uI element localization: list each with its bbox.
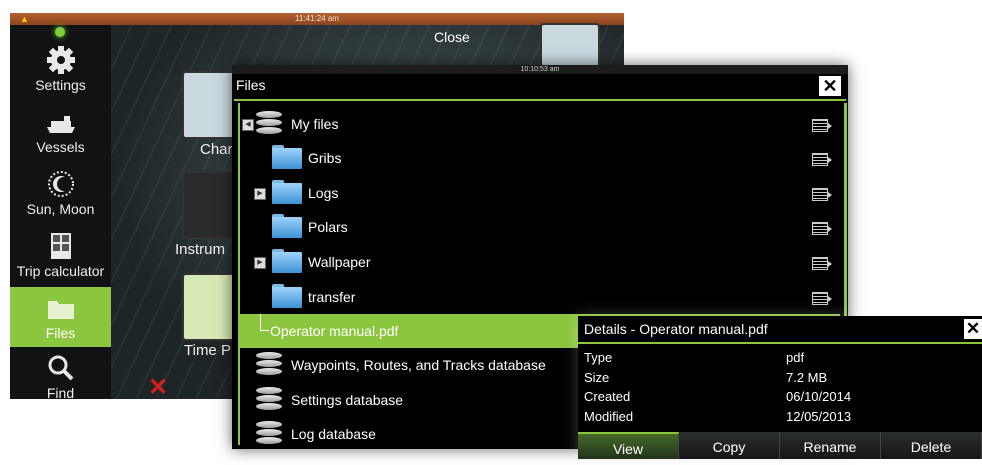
gear-icon bbox=[47, 46, 75, 74]
tree-item-gribs[interactable]: Gribs bbox=[240, 141, 840, 175]
folder-icon bbox=[272, 284, 302, 308]
folder-icon bbox=[272, 249, 302, 273]
detail-value: 7.2 MB bbox=[786, 370, 828, 385]
tree-item-label: Settings database bbox=[291, 392, 404, 408]
tree-item-label: Polars bbox=[308, 219, 348, 235]
sidebar-item-label: Files bbox=[45, 325, 76, 341]
divider bbox=[234, 99, 846, 101]
collapse-icon[interactable]: ◀ bbox=[242, 119, 254, 131]
expand-icon[interactable]: ▶ bbox=[254, 257, 266, 269]
detail-key: Size bbox=[584, 370, 610, 385]
tree-item-my-files[interactable]: ◀ My files bbox=[240, 107, 840, 141]
sidebar-item-label: Settings bbox=[35, 77, 86, 93]
delete-button[interactable]: Delete bbox=[881, 432, 982, 459]
power-indicator-icon bbox=[55, 27, 65, 37]
home-sidebar: Settings Vessels Sun, Moon Trip calculat… bbox=[10, 25, 111, 399]
sidebar-item-label: Trip calculator bbox=[16, 263, 105, 279]
detail-key: Type bbox=[584, 350, 613, 365]
detail-row-size: Size 7.2 MB bbox=[584, 370, 974, 390]
sidebar-item-sun-moon[interactable]: Sun, Moon bbox=[10, 163, 111, 223]
details-title: Details - Operator manual.pdf bbox=[584, 321, 768, 337]
details-header: Details - Operator manual.pdf ✕ bbox=[578, 316, 982, 344]
item-menu-icon[interactable] bbox=[812, 292, 832, 305]
tree-item-label: Logs bbox=[308, 185, 339, 201]
rename-button[interactable]: Rename bbox=[780, 432, 881, 459]
app-label: Instrum bbox=[175, 241, 226, 258]
tree-item-wallpaper[interactable]: ▶ Wallpaper bbox=[240, 245, 840, 279]
app-label: Time P bbox=[184, 342, 231, 359]
tree-item-polars[interactable]: Polars bbox=[240, 210, 840, 244]
item-menu-icon[interactable] bbox=[812, 188, 832, 201]
files-clock: 10:10:53 am bbox=[232, 65, 848, 74]
tree-item-transfer[interactable]: transfer bbox=[240, 280, 840, 314]
files-title: Files bbox=[236, 77, 266, 93]
app-label: Char bbox=[200, 141, 233, 158]
magnifier-icon bbox=[48, 355, 74, 381]
details-dialog: Details - Operator manual.pdf ✕ Type pdf… bbox=[578, 316, 982, 459]
files-close-button[interactable]: ✕ bbox=[819, 76, 841, 96]
status-clock: 11:41:24 am bbox=[295, 14, 339, 23]
waypoints-db-icon bbox=[256, 352, 282, 378]
tree-item-label: My files bbox=[291, 116, 339, 132]
detail-value: 12/05/2013 bbox=[786, 409, 852, 424]
details-button-bar: View Copy Rename Delete bbox=[578, 432, 982, 459]
detail-row-type: Type pdf bbox=[584, 350, 974, 370]
expand-icon[interactable]: ▶ bbox=[254, 188, 266, 200]
calculator-icon bbox=[51, 233, 71, 259]
status-bar: ▲ 11:41:24 am bbox=[10, 13, 624, 25]
tree-item-label: Gribs bbox=[308, 150, 342, 166]
tree-item-label: transfer bbox=[308, 289, 356, 305]
vessels-icon bbox=[47, 116, 75, 133]
detail-value: pdf bbox=[786, 350, 805, 365]
folder-icon bbox=[272, 145, 302, 169]
database-icon bbox=[256, 421, 282, 447]
tree-item-label: Waypoints, Routes, and Tracks database bbox=[291, 357, 546, 373]
item-menu-icon[interactable] bbox=[812, 153, 832, 166]
sun-moon-icon bbox=[48, 171, 74, 197]
detail-row-created: Created 06/10/2014 bbox=[584, 389, 974, 409]
sidebar-item-trip-calculator[interactable]: Trip calculator bbox=[10, 225, 111, 285]
tree-item-logs[interactable]: ▶ Logs bbox=[240, 176, 840, 210]
view-button[interactable]: View bbox=[578, 432, 679, 459]
sidebar-item-settings[interactable]: Settings bbox=[10, 39, 111, 99]
tree-item-label: Wallpaper bbox=[308, 254, 371, 270]
folder-icon bbox=[48, 301, 74, 319]
folder-icon bbox=[272, 180, 302, 204]
tree-connector bbox=[260, 314, 269, 331]
item-menu-icon[interactable] bbox=[812, 257, 832, 270]
sidebar-item-label: Vessels bbox=[36, 139, 85, 155]
sidebar-item-vessels[interactable]: Vessels bbox=[10, 101, 111, 161]
home-close-button[interactable]: Close bbox=[434, 29, 470, 45]
tree-item-label: Operator manual.pdf bbox=[270, 323, 399, 339]
sidebar-item-label: Find bbox=[46, 385, 75, 399]
settings-db-icon bbox=[256, 387, 282, 413]
item-menu-icon[interactable] bbox=[812, 119, 832, 132]
details-close-button[interactable]: ✕ bbox=[964, 319, 982, 339]
tree-item-label: Log database bbox=[291, 426, 376, 442]
database-icon bbox=[256, 111, 282, 137]
sidebar-item-label: Sun, Moon bbox=[26, 201, 95, 217]
item-menu-icon[interactable] bbox=[812, 222, 832, 235]
detail-key: Created bbox=[584, 389, 631, 404]
detail-value: 06/10/2014 bbox=[786, 389, 852, 404]
detail-key: Modified bbox=[584, 409, 634, 424]
folder-icon bbox=[272, 214, 302, 238]
detail-row-modified: Modified 12/05/2013 bbox=[584, 409, 974, 429]
warning-icon: ▲ bbox=[20, 14, 29, 24]
sidebar-item-find[interactable]: Find bbox=[10, 347, 111, 399]
copy-button[interactable]: Copy bbox=[679, 432, 780, 459]
sidebar-item-files[interactable]: Files bbox=[10, 287, 111, 347]
red-x-icon: ✕ bbox=[148, 374, 169, 399]
